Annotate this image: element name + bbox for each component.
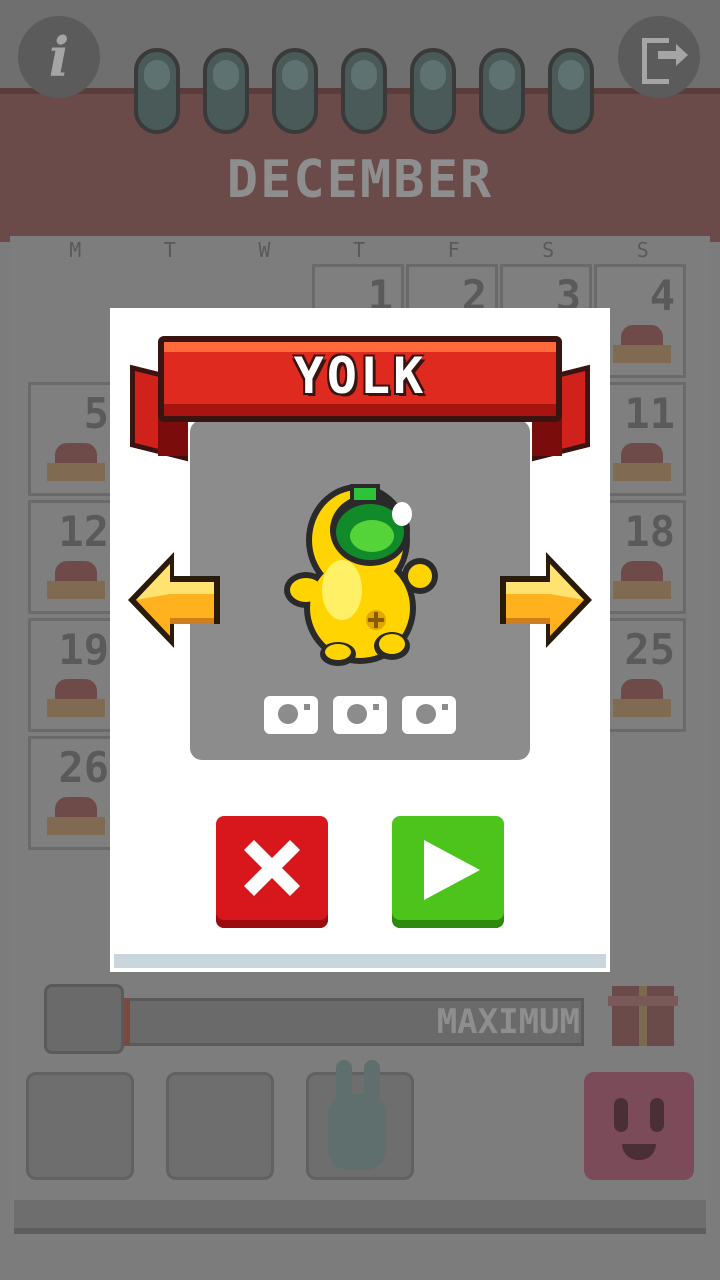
exit-icon[interactable] — [618, 16, 700, 98]
right-arrow-icon[interactable] — [496, 544, 596, 656]
bunny-icon — [318, 1060, 398, 1170]
left-arrow-icon[interactable] — [124, 544, 224, 656]
calendar-day[interactable]: 1 — [312, 264, 404, 320]
ring — [134, 48, 180, 134]
play-icon — [424, 840, 480, 900]
calendar-day[interactable]: 5 — [28, 382, 120, 496]
weekday-label: T — [163, 238, 176, 262]
play-button[interactable] — [392, 816, 504, 928]
calendar-bottom-edge — [14, 1200, 706, 1234]
character-sprite — [280, 470, 440, 670]
ring — [410, 48, 456, 134]
dialog-footer — [114, 954, 606, 968]
progress-fill — [124, 998, 130, 1046]
weekday-label: T — [353, 238, 366, 262]
calendar-day[interactable]: 26 — [28, 736, 120, 850]
star-empty-icon — [264, 696, 318, 734]
calendar-day[interactable]: 3 — [500, 264, 592, 320]
gift-icon[interactable] — [608, 986, 678, 1046]
ring — [272, 48, 318, 134]
star-rating — [264, 696, 456, 736]
profile-button[interactable] — [26, 1072, 134, 1180]
calendar-rings — [134, 48, 594, 140]
info-icon[interactable]: i — [18, 16, 100, 98]
character-name: YOLK — [293, 347, 427, 405]
trophy-icon — [44, 984, 124, 1054]
weekday-label: S — [542, 238, 555, 262]
progress-label: MAXIMUM — [436, 1002, 580, 1042]
calendar-day[interactable]: 12 — [28, 500, 120, 614]
close-icon — [244, 840, 300, 896]
calendar-day[interactable]: 2 — [406, 264, 498, 320]
weekday-header: M T W T F S S — [28, 238, 690, 264]
ring — [203, 48, 249, 134]
games-button[interactable] — [166, 1072, 274, 1180]
weekday-label: F — [447, 238, 460, 262]
ring — [548, 48, 594, 134]
ring — [341, 48, 387, 134]
star-empty-icon — [402, 696, 456, 734]
weekday-label: S — [636, 238, 649, 262]
ring — [479, 48, 525, 134]
star-empty-icon — [333, 696, 387, 734]
calendar-day[interactable]: 19 — [28, 618, 120, 732]
face-button[interactable] — [584, 1072, 694, 1180]
month-title: DECEMBER — [226, 150, 494, 210]
close-button[interactable] — [216, 816, 328, 928]
weekday-label: W — [258, 238, 271, 262]
weekday-label: M — [69, 238, 82, 262]
